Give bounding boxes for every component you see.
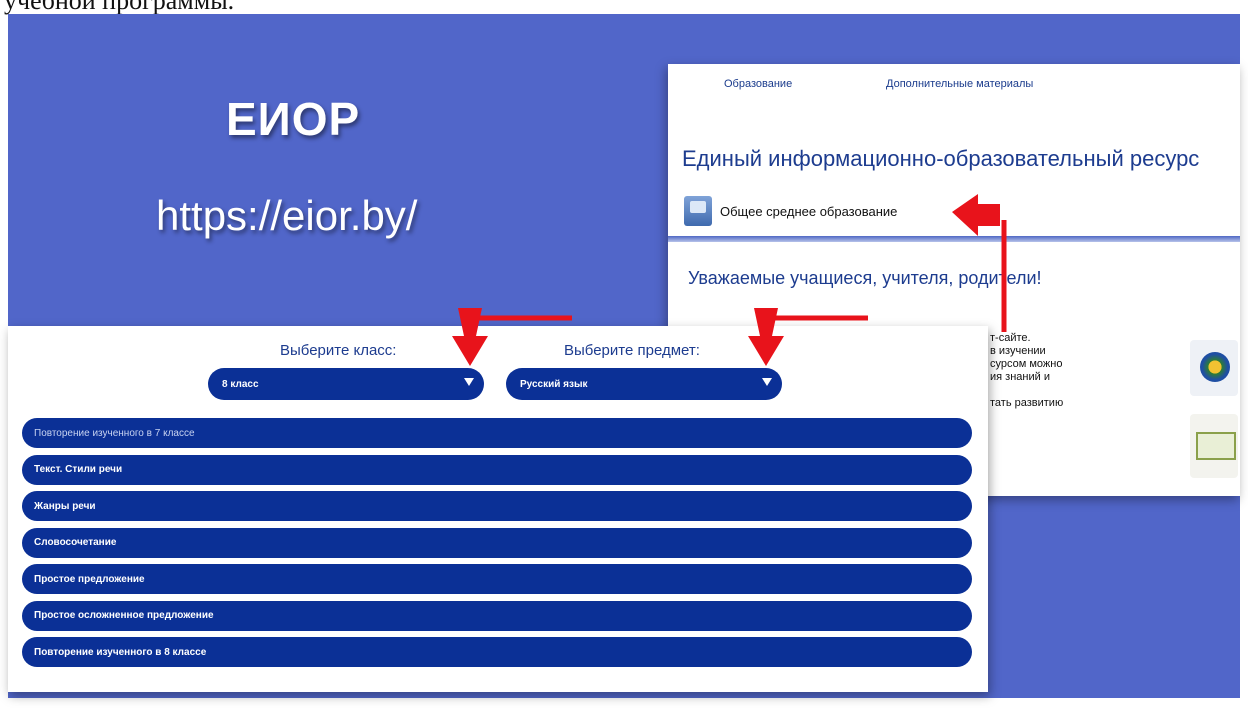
subject-select-value: Русский язык bbox=[520, 378, 588, 390]
slide-url: https://eior.by/ bbox=[156, 192, 418, 239]
red-arrow-class-icon bbox=[452, 308, 572, 366]
emblem-icon[interactable] bbox=[1190, 340, 1238, 396]
intro-text: т-сайте. в изучении сурсом можно ия знан… bbox=[990, 332, 1063, 410]
slide-title: ЕИОР bbox=[226, 93, 361, 145]
topic-item[interactable]: Простое осложненное предложение bbox=[22, 600, 972, 631]
topic-list: Повторение изученного в 7 классе Текст. … bbox=[22, 418, 972, 674]
nav-item-materials[interactable]: Дополнительные материалы bbox=[886, 78, 1033, 90]
intro-line: тать развитию bbox=[990, 397, 1064, 409]
red-arrow-subject-icon bbox=[748, 308, 868, 366]
topic-item[interactable]: Простое предложение bbox=[22, 564, 972, 594]
topic-item[interactable]: Текст. Стили речи bbox=[22, 454, 972, 485]
class-select-label: Выберите класс: bbox=[280, 342, 397, 359]
section-label: Общее среднее образование bbox=[720, 203, 898, 219]
topic-item[interactable]: Жанры речи bbox=[22, 491, 972, 521]
intro-line bbox=[990, 384, 1063, 397]
topic-item[interactable]: Повторение изученного в 8 классе bbox=[22, 637, 972, 667]
intro-line: ия знаний и bbox=[990, 371, 1050, 383]
class-select-value: 8 класс bbox=[222, 378, 259, 390]
topic-item[interactable]: Повторение изученного в 7 классе bbox=[22, 418, 972, 448]
computer-icon bbox=[684, 196, 712, 226]
nav-item-education[interactable]: Образование bbox=[724, 78, 792, 90]
site-title: Единый информационно-образовательный рес… bbox=[682, 146, 1200, 171]
intro-line: в изучении bbox=[990, 345, 1046, 357]
dropdown-caret-icon bbox=[464, 378, 474, 386]
topic-selector-screenshot: Выберите класс: 8 класс Выберите предмет… bbox=[8, 326, 988, 692]
book-icon[interactable] bbox=[1190, 414, 1238, 478]
red-arrow-section-icon bbox=[952, 194, 1007, 332]
intro-line: сурсом можно bbox=[990, 358, 1063, 370]
section-link-general-education[interactable]: Общее среднее образование bbox=[684, 196, 897, 226]
dropdown-caret-icon bbox=[762, 378, 772, 386]
topic-item[interactable]: Словосочетание bbox=[22, 527, 972, 558]
